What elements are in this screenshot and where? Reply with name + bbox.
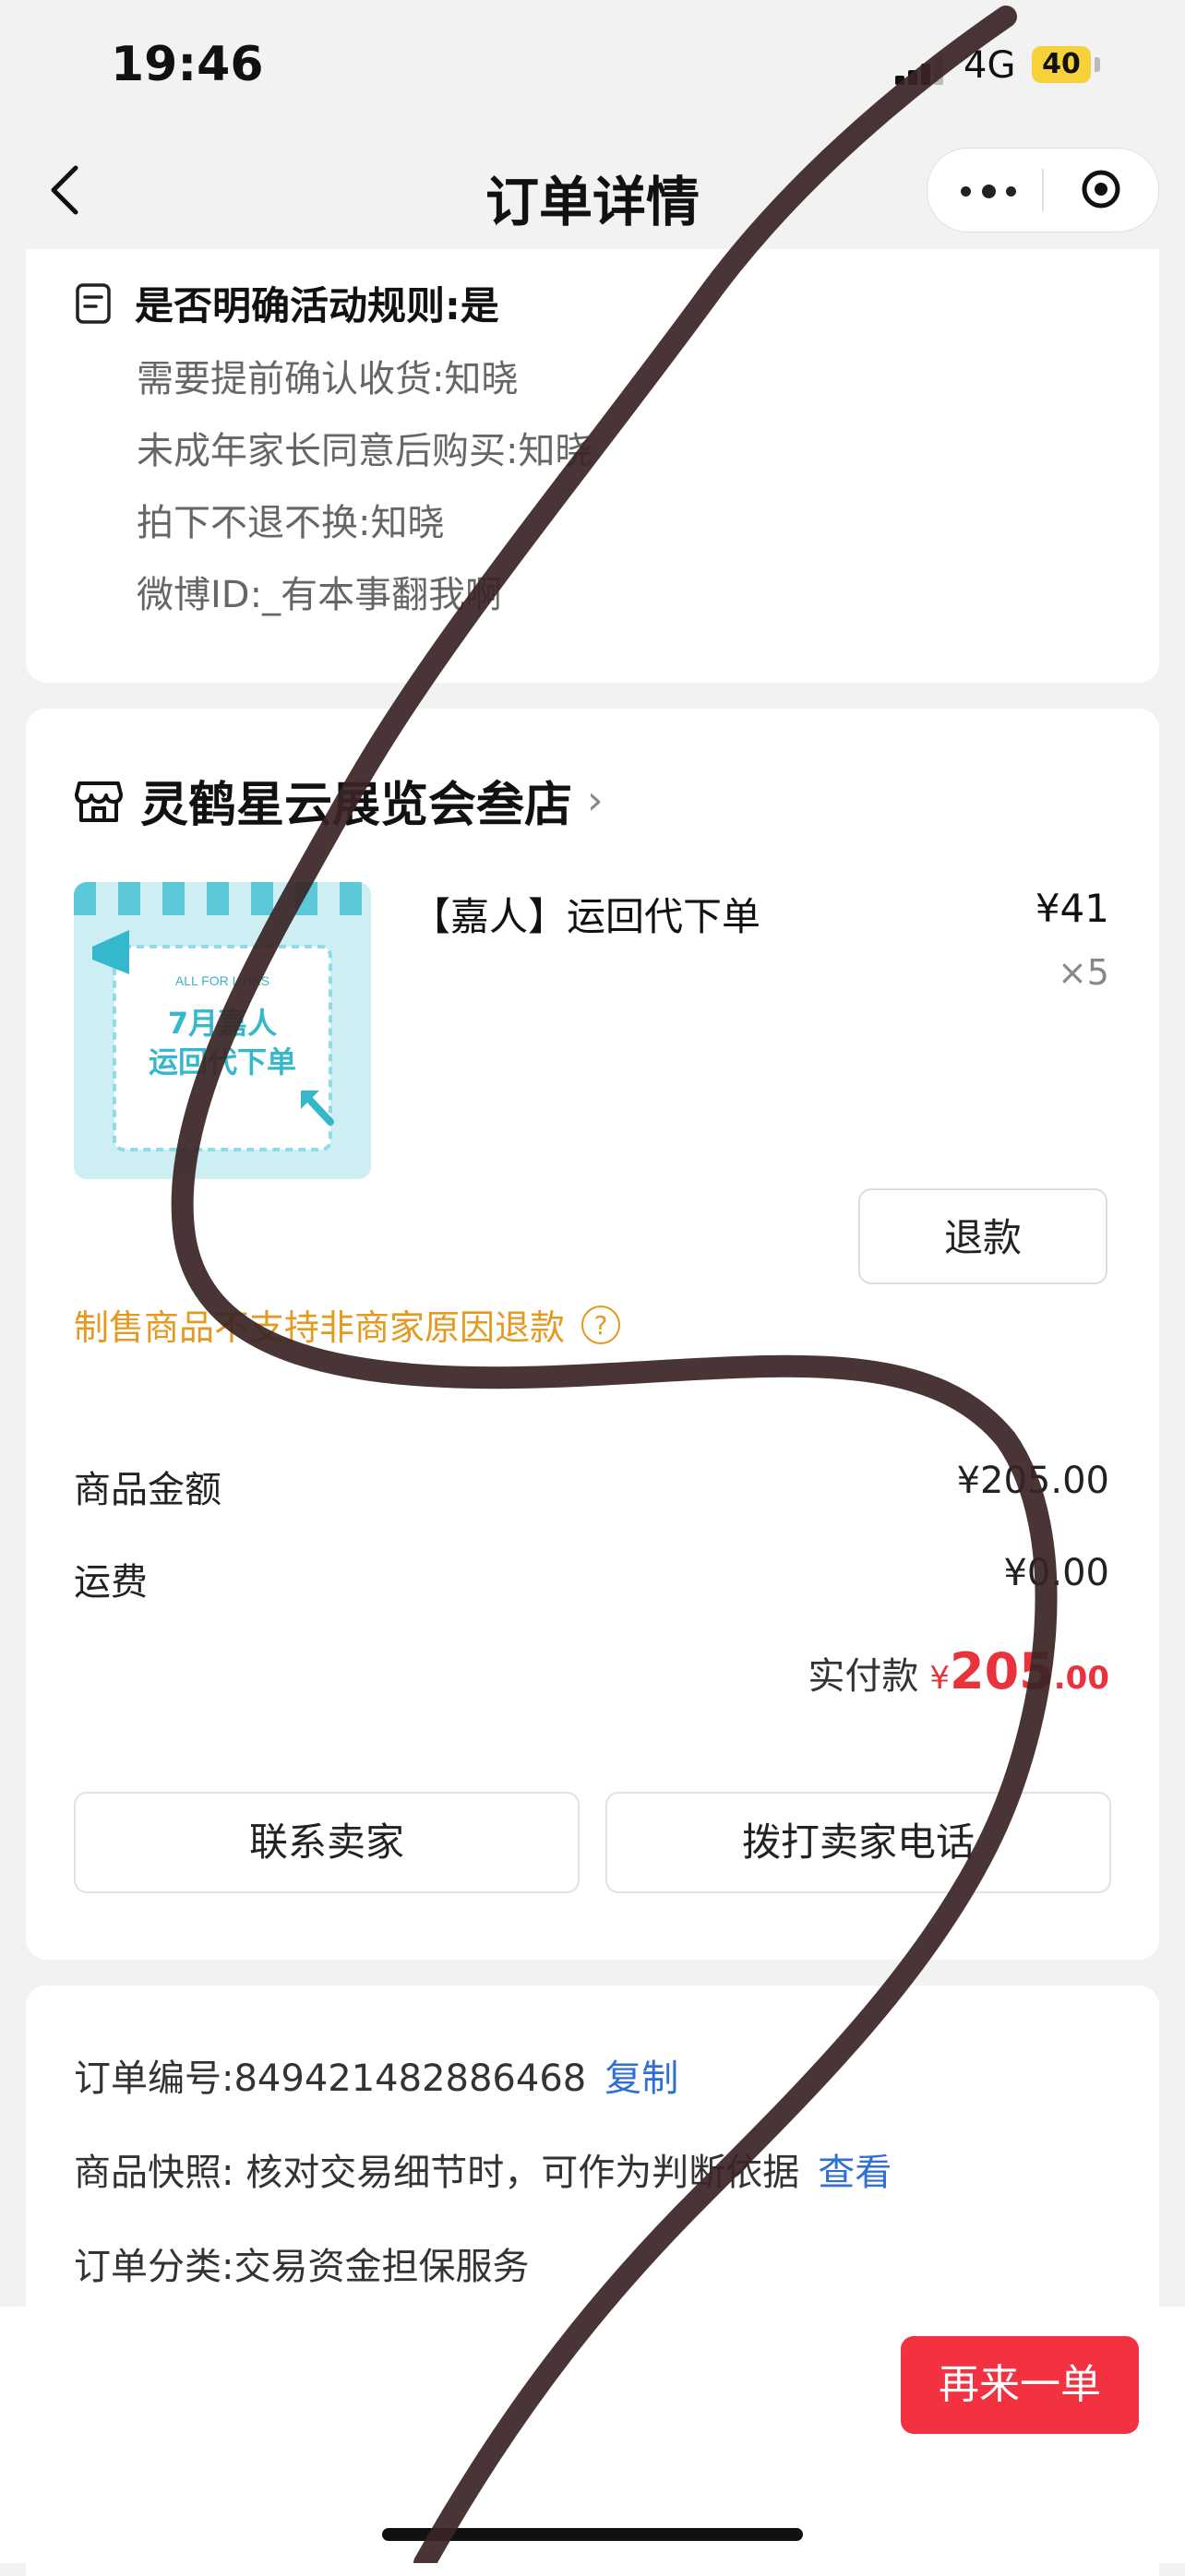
order-number: 订单编号:849421482886468 bbox=[74, 2057, 587, 2100]
product-image-tag: ALL FOR LINKS bbox=[175, 973, 269, 988]
goods-amount-row: 商品金额 ¥205.00 bbox=[74, 1460, 1109, 1513]
snapshot-text: 商品快照: 核对交易细节时，可作为判断依据 bbox=[74, 2152, 800, 2194]
battery-tip bbox=[1095, 57, 1100, 72]
status-bar: 19:46 4G 40 bbox=[0, 0, 1185, 138]
goods-amount-label: 商品金额 bbox=[74, 1469, 221, 1511]
shop-header[interactable]: 灵鹤星云展览会叁店 › bbox=[74, 766, 604, 835]
status-time: 19:46 bbox=[111, 37, 264, 92]
document-icon bbox=[76, 282, 111, 324]
product-price: ¥41 bbox=[1035, 886, 1109, 931]
rule-line: 微博ID:_有本事翻我啊 bbox=[137, 574, 503, 616]
snapshot-row: 商品快照: 核对交易细节时，可作为判断依据 查看 bbox=[74, 2142, 892, 2196]
product-image-title-1: 7月嘉人 bbox=[168, 1006, 277, 1041]
help-icon[interactable]: ? bbox=[581, 1305, 621, 1344]
paid-currency: ¥ bbox=[929, 1660, 951, 1697]
mini-program-capsule bbox=[927, 148, 1159, 233]
copy-order-number-link[interactable]: 复制 bbox=[604, 2057, 678, 2100]
rules-heading: 是否明确活动规则:是 bbox=[135, 283, 499, 328]
paid-decimal: .00 bbox=[1053, 1660, 1109, 1697]
refund-notice-text: 制售商品不支持非商家原因退款 bbox=[74, 1307, 566, 1348]
chevron-right-icon: › bbox=[587, 777, 604, 824]
battery-icon: 40 bbox=[1032, 46, 1091, 83]
product-thumbnail[interactable]: ALL FOR LINKS 7月嘉人 运回代下单 bbox=[74, 882, 371, 1179]
refund-notice: 制售商品不支持非商家原因退款 ? bbox=[74, 1299, 621, 1350]
goods-amount-value: ¥205.00 bbox=[956, 1460, 1109, 1502]
network-type: 4G bbox=[964, 44, 1016, 87]
rule-line: 需要提前确认收货:知晓 bbox=[137, 358, 519, 400]
shop-name: 灵鹤星云展览会叁店 bbox=[140, 778, 573, 833]
product-image: ALL FOR LINKS 7月嘉人 运回代下单 bbox=[74, 882, 371, 1179]
rules-card: 是否明确活动规则:是 需要提前确认收货:知晓 未成年家长同意后购买:知晓 拍下不… bbox=[26, 249, 1159, 683]
paid-amount: 实付款 ¥205.00 bbox=[808, 1642, 1109, 1700]
rules-heading-row: 是否明确活动规则:是 bbox=[74, 275, 499, 331]
product-quantity: ×5 bbox=[1057, 952, 1109, 993]
order-category: 订单分类:交易资金担保服务 bbox=[74, 2246, 530, 2288]
product-title[interactable]: 【嘉人】运回代下单 bbox=[412, 886, 760, 942]
close-miniprogram-icon[interactable] bbox=[1081, 169, 1121, 209]
contact-seller-button[interactable]: 联系卖家 bbox=[74, 1792, 580, 1893]
paid-label: 实付款 bbox=[808, 1655, 919, 1698]
shop-order-card: 灵鹤星云展览会叁店 › ALL FOR LINKS 7月嘉人 运回代下单 【嘉人… bbox=[26, 709, 1159, 1960]
product-image-title-2: 运回代下单 bbox=[149, 1044, 296, 1079]
reorder-button[interactable]: 再来一单 bbox=[901, 2336, 1139, 2434]
nav-bar: 订单详情 bbox=[0, 138, 1185, 249]
shipping-row: 运费 ¥0.00 bbox=[74, 1552, 1109, 1605]
rule-line: 未成年家长同意后购买:知晓 bbox=[137, 430, 592, 472]
more-menu-icon[interactable] bbox=[961, 173, 1016, 209]
shipping-label: 运费 bbox=[74, 1561, 148, 1604]
capsule-divider bbox=[1042, 169, 1044, 211]
paid-integer: 205 bbox=[950, 1642, 1054, 1700]
signal-icon bbox=[895, 57, 943, 85]
order-number-row: 订单编号:849421482886468 复制 bbox=[74, 2048, 678, 2102]
rule-line: 拍下不退不换:知晓 bbox=[137, 502, 445, 544]
view-snapshot-link[interactable]: 查看 bbox=[818, 2152, 892, 2194]
shipping-value: ¥0.00 bbox=[1003, 1552, 1109, 1594]
call-seller-button[interactable]: 拨打卖家电话 bbox=[605, 1792, 1111, 1893]
bottom-action-bar: 再来一单 bbox=[0, 2307, 1185, 2563]
store-icon bbox=[75, 781, 123, 822]
home-indicator bbox=[382, 2528, 803, 2541]
refund-button[interactable]: 退款 bbox=[858, 1188, 1107, 1284]
